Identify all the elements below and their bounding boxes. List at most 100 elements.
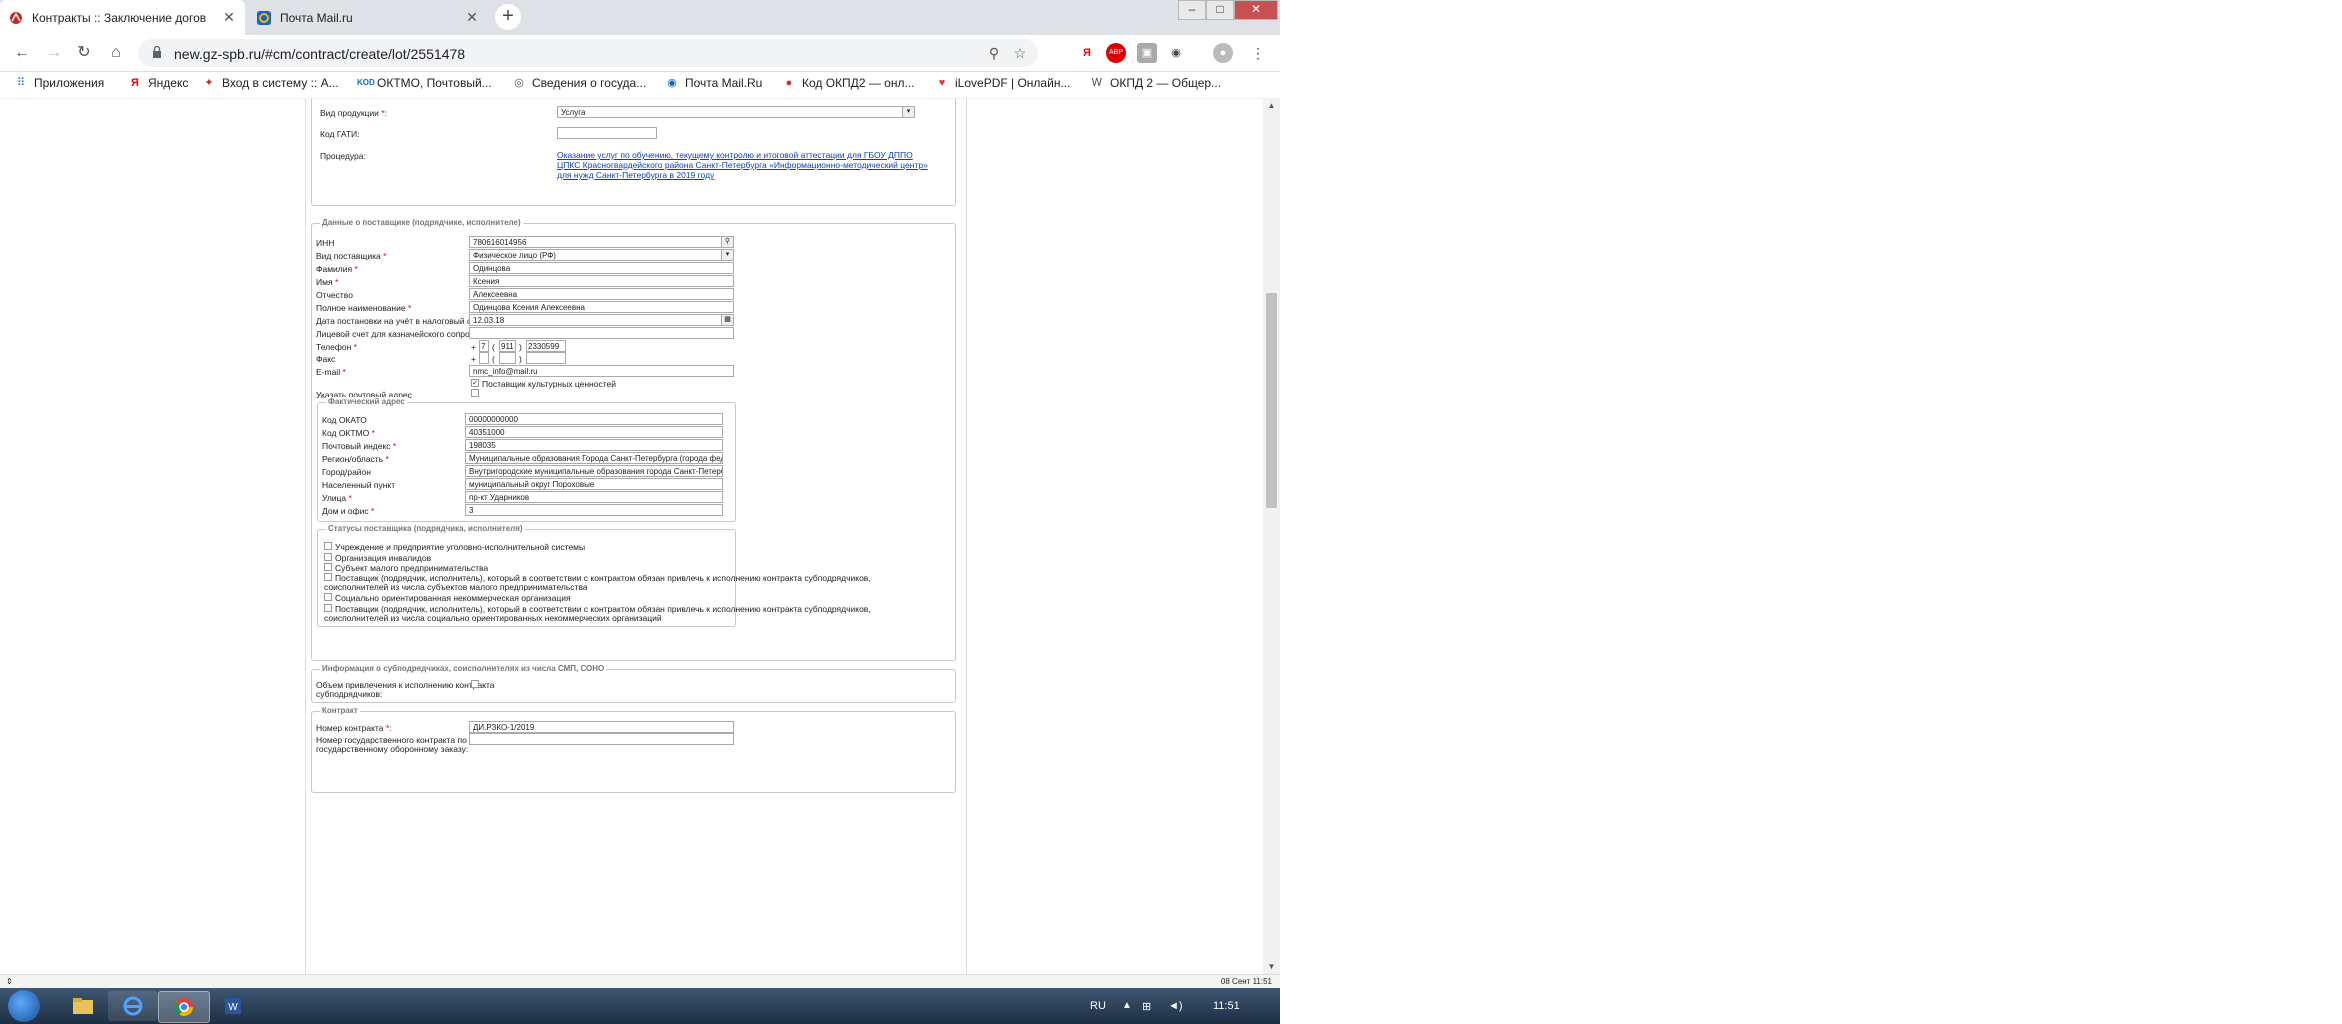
forward-icon[interactable]: → — [42, 41, 66, 65]
tax-date-input[interactable]: 12.03.18 ▦ — [469, 314, 734, 326]
tray-arrow-icon[interactable]: ▲ — [1122, 1000, 1132, 1011]
zoom-icon[interactable]: ⚲ — [984, 43, 1004, 63]
procedure-link[interactable]: Оказание услуг по обучению, текущему кон… — [557, 150, 957, 180]
fax-country-input[interactable] — [479, 352, 489, 364]
oktmo-input[interactable]: 40351000 — [465, 426, 723, 438]
page-content: Вид продукции *: Услуга ▾ Код ГАТИ: Проце… — [0, 99, 1263, 974]
street-input[interactable]: пр-кт Ударников — [465, 491, 723, 503]
back-icon[interactable]: ← — [10, 41, 34, 65]
tab-mail[interactable]: Почта Mail.ru ✕ — [248, 0, 488, 35]
start-button[interactable] — [8, 990, 40, 1022]
cultural-checkbox[interactable]: ✓ — [471, 379, 479, 387]
bookmark-label: ОКПД 2 — Общер... — [1110, 76, 1222, 90]
reload-icon[interactable]: ↻ — [72, 41, 96, 65]
gos-contract-input[interactable] — [469, 733, 734, 745]
email-input[interactable]: nmc_info@mail.ru — [469, 365, 734, 377]
status-checkbox-invalid-org[interactable] — [324, 553, 332, 561]
extension-icon[interactable]: ▣ — [1137, 43, 1157, 63]
word-taskbar-icon[interactable]: W — [208, 991, 258, 1021]
browser-toolbar: ← → ↻ ⌂ new.gz-spb.ru/#cm/contract/creat… — [0, 35, 1280, 72]
region-label: Регион/область * — [322, 454, 389, 464]
tab-close-icon[interactable]: ✕ — [464, 9, 480, 26]
status-checkbox-smp[interactable] — [324, 563, 332, 571]
ie-taskbar-icon[interactable] — [108, 991, 158, 1021]
tab-close-icon[interactable]: ✕ — [221, 9, 237, 26]
scroll-up-icon[interactable]: ▲ — [1263, 99, 1280, 113]
region-input[interactable]: Муниципальные образования Города Санкт-П… — [465, 452, 723, 464]
contract-number-input[interactable]: ДИ.РЗКО-1/2019 — [469, 721, 734, 733]
bookmark-login[interactable]: ✦ Вход в систему :: А... — [202, 76, 338, 90]
explorer-taskbar-icon[interactable] — [58, 991, 108, 1021]
fax-number-input[interactable] — [526, 352, 566, 364]
empty-area — [1280, 0, 2342, 1024]
gati-input[interactable] — [557, 127, 657, 139]
bookmark-okpd2[interactable]: Ꮃ ОКПД 2 — Общер... — [1090, 76, 1221, 90]
ilovepdf-icon: ♥ — [938, 77, 946, 89]
tracker-ext-icon[interactable]: ◉ — [1166, 43, 1186, 63]
status-checkbox-sono[interactable] — [324, 593, 332, 601]
locality-input[interactable]: муниципальный округ Пороховые — [465, 478, 723, 490]
clock-time[interactable]: 11:51 — [1213, 1000, 1240, 1012]
tab-contracts[interactable]: Контракты :: Заключение догов ✕ — [0, 0, 245, 35]
search-icon[interactable]: ⚲ — [721, 237, 733, 247]
street-label: Улица * — [322, 493, 352, 503]
mail-icon: ◉ — [667, 77, 677, 89]
contract-section: Контракт Номер контракта *: ДИ.РЗКО-1/20… — [311, 706, 956, 793]
supplier-type-select[interactable]: Физическое лицо (РФ) ▾ — [469, 249, 734, 261]
bookmark-mail[interactable]: ◉ Почта Mail.Ru — [665, 76, 762, 90]
menu-kebab-icon[interactable]: ⋮ — [1248, 43, 1268, 63]
resize-icon[interactable]: ⇕ — [6, 977, 13, 986]
fullname-input[interactable]: Одинцова Ксения Алексеевна — [469, 301, 734, 313]
inn-label: ИНН — [316, 238, 335, 248]
status-checkbox-smp-sub[interactable] — [324, 573, 332, 581]
postal-toggle-checkbox[interactable] — [471, 389, 479, 397]
volume-checkbox[interactable] — [471, 680, 479, 688]
volume-icon[interactable]: ◄) — [1168, 1000, 1183, 1012]
chrome-taskbar-icon[interactable] — [158, 991, 210, 1023]
vertical-scrollbar[interactable]: ▲ ▼ — [1263, 99, 1280, 974]
bookmark-star-icon[interactable]: ☆ — [1010, 43, 1030, 63]
bookmark-oktmo[interactable]: KOD ОКТМО, Почтовый... — [357, 76, 492, 90]
supplier-legend: Данные о поставщике (подрядчике, исполни… — [320, 218, 523, 227]
phone-code-input[interactable]: 911 — [499, 340, 516, 352]
okato-input[interactable]: 00000000000 — [465, 413, 723, 425]
phone-country-input[interactable]: 7 — [479, 340, 489, 352]
fax-code-input[interactable] — [499, 352, 516, 364]
adblock-ext-icon[interactable]: ABP — [1106, 43, 1126, 63]
bookmark-apps[interactable]: ⠿ Приложения — [14, 76, 104, 90]
house-input[interactable]: 3 — [465, 504, 723, 516]
city-input[interactable]: Внутригородские муниципальные образовани… — [465, 465, 723, 477]
fax-plus: + — [471, 354, 476, 364]
calendar-icon[interactable]: ▦ — [721, 315, 733, 325]
phone-number-input[interactable]: 2330599 — [526, 340, 566, 352]
maximize-button[interactable]: □ — [1206, 0, 1234, 20]
bookmark-gov[interactable]: ◎ Сведения о госуда... — [512, 76, 646, 90]
inn-input[interactable]: 780616014956 ⚲ — [469, 236, 734, 248]
cultural-label: Поставщик культурных ценностей — [482, 379, 616, 389]
scroll-thumb[interactable] — [1266, 293, 1277, 508]
bookmark-ilovepdf[interactable]: ♥ iLovePDF | Онлайн... — [935, 76, 1071, 90]
patronymic-input[interactable]: Алексеевна — [469, 288, 734, 300]
index-input[interactable]: 198035 — [465, 439, 723, 451]
surname-input[interactable]: Одинцова — [469, 262, 734, 274]
minimize-button[interactable]: – — [1178, 0, 1206, 20]
status-label-cont: соисполнителей из числа социально ориент… — [324, 613, 662, 623]
vid-select[interactable]: Услуга ▾ — [557, 106, 915, 118]
profile-avatar-icon[interactable]: ● — [1213, 43, 1233, 63]
close-window-button[interactable]: ✕ — [1234, 0, 1278, 20]
language-indicator[interactable]: RU — [1090, 1000, 1106, 1012]
scroll-down-icon[interactable]: ▼ — [1263, 960, 1280, 974]
supplier-type-label: Вид поставщика * — [316, 251, 387, 261]
name-input[interactable]: Ксения — [469, 275, 734, 287]
home-icon[interactable]: ⌂ — [104, 41, 128, 65]
address-bar[interactable]: new.gz-spb.ru/#cm/contract/create/lot/25… — [138, 39, 1038, 67]
bookmark-yandex[interactable]: Я Яндекс — [128, 76, 188, 90]
status-checkbox-sono-sub[interactable] — [324, 604, 332, 612]
supplier-section: Данные о поставщике (подрядчике, исполни… — [311, 218, 956, 661]
network-icon[interactable]: ⊞ — [1142, 1000, 1151, 1013]
status-checkbox-uis[interactable] — [324, 542, 332, 550]
yandex-ext-icon[interactable]: Я — [1077, 43, 1097, 63]
treasury-input[interactable] — [469, 327, 734, 339]
bookmark-okpd[interactable]: ● Код ОКПД2 — онл... — [782, 76, 915, 90]
new-tab-button[interactable]: + — [495, 4, 521, 30]
